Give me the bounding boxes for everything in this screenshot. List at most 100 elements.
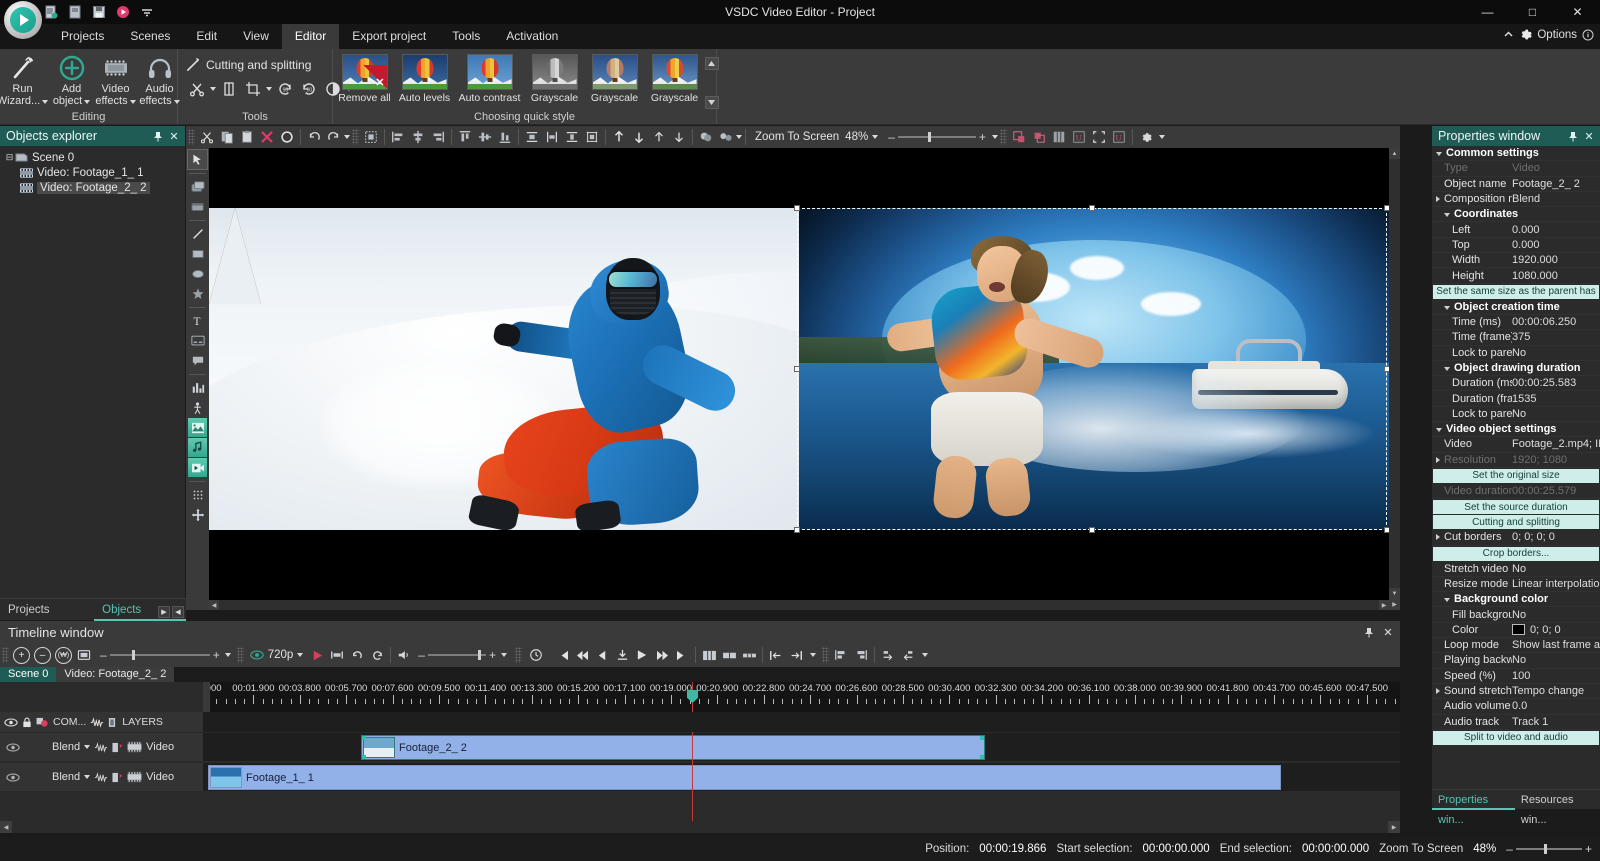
window2-icon[interactable] <box>188 197 207 216</box>
preview-quality-caret-icon[interactable] <box>297 653 304 657</box>
scroll-right-icon[interactable]: ▶ <box>158 606 170 618</box>
track-lane-2[interactable]: Footage_1_ 1 <box>203 762 1400 791</box>
prop-object-name[interactable]: Object name Footage_2_ 2 <box>1432 177 1600 192</box>
prop-group-common-settings[interactable]: Common settings <box>1432 146 1600 162</box>
audio-icon[interactable] <box>188 438 207 457</box>
skip-start-icon[interactable] <box>552 646 572 664</box>
menu-projects[interactable]: Projects <box>48 24 117 49</box>
text-icon[interactable]: T <box>188 311 207 330</box>
timeline-clip-footage-1[interactable]: Footage_1_ 1 <box>208 765 1281 790</box>
track-waveform-icon-1[interactable] <box>94 741 108 753</box>
chart-icon[interactable] <box>188 378 207 397</box>
ruler-left-marker[interactable] <box>203 682 210 712</box>
select-all-icon[interactable] <box>361 128 381 146</box>
scroll-up-icon[interactable]: ▲ <box>1389 148 1400 159</box>
prop-sound-stretching[interactable]: Sound stretchinTempo change <box>1432 684 1600 700</box>
order-b-icon[interactable] <box>898 646 918 664</box>
pin-icon[interactable] <box>153 131 167 142</box>
save-icon[interactable] <box>92 5 106 19</box>
paste-icon[interactable] <box>237 128 257 146</box>
cutting-and-splitting-button[interactable]: Cutting and splitting <box>186 57 311 72</box>
zoom-out-icon[interactable]: – <box>34 646 51 664</box>
clock-icon[interactable] <box>526 646 546 664</box>
collapse-ribbon-icon[interactable] <box>1503 29 1514 40</box>
selection-handle-ml[interactable] <box>794 366 800 372</box>
prop-resolution[interactable]: Resolution 1920; 1080 <box>1432 453 1600 468</box>
new-project-icon[interactable] <box>44 5 58 19</box>
select-none-icon[interactable] <box>277 128 297 146</box>
toolbar-grip-2[interactable] <box>352 129 359 145</box>
quick-style-scroll-down-icon[interactable] <box>704 96 719 109</box>
trim-caret-icon[interactable] <box>810 653 816 657</box>
timeline-toolbar-grip[interactable] <box>2 647 9 663</box>
trim-in-icon[interactable] <box>766 646 786 664</box>
video-icon[interactable] <box>188 458 207 477</box>
audio-effects-button[interactable]: Audio effects <box>138 51 182 107</box>
split-icon[interactable] <box>218 78 240 100</box>
prop-lock-to-parent-2[interactable]: Lock to parer No <box>1432 407 1600 423</box>
track-blend-caret-icon-1[interactable] <box>84 745 91 749</box>
prop-loop-mode[interactable]: Loop mode Show last frame a <box>1432 638 1600 654</box>
tree-item-footage-2[interactable]: Video: Footage_2_ 2 <box>4 180 185 195</box>
prop-left[interactable]: Left 0.000 <box>1432 222 1600 238</box>
prop-duration-ms[interactable]: Duration (ms 00:00:25.583 <box>1432 376 1600 392</box>
same-width-icon[interactable] <box>542 128 562 146</box>
options-gear-icon[interactable] <box>1519 28 1533 41</box>
close-icon[interactable]: ✕ <box>1582 130 1596 143</box>
rotate-cw-90-icon[interactable]: 90 <box>298 78 320 100</box>
run-wizard-button[interactable]: Run Wizard... <box>0 51 50 107</box>
volume-icon[interactable] <box>394 646 414 664</box>
selection-handle-tl[interactable] <box>794 205 800 211</box>
loop-icon[interactable] <box>347 646 367 664</box>
redo-dropdown-caret-icon[interactable] <box>344 135 350 139</box>
tab-projects-explorer[interactable]: Projects explorer <box>0 599 94 638</box>
track-eye-icon[interactable] <box>6 772 20 782</box>
same-height-icon[interactable] <box>562 128 582 146</box>
close-button[interactable]: ✕ <box>1555 0 1600 24</box>
selection-handle-bl[interactable] <box>794 527 800 533</box>
refresh-icon[interactable] <box>367 646 387 664</box>
timeline-zoom-minus-icon[interactable]: – <box>100 648 107 662</box>
prop-stretch-video[interactable]: Stretch video No <box>1432 562 1600 577</box>
sprite-icon[interactable] <box>188 398 207 417</box>
tree-expander-icon[interactable]: ⊟ <box>4 152 15 163</box>
preview-quality-value[interactable]: 720p <box>268 649 294 661</box>
zoom-plus-icon[interactable]: + <box>979 130 986 144</box>
toolbar-grip-3[interactable] <box>999 129 1007 145</box>
order-caret-icon[interactable] <box>922 653 928 657</box>
quick-style-scroll-up-icon[interactable] <box>704 57 719 70</box>
delete-icon[interactable] <box>257 128 277 146</box>
audio-mute-icon[interactable] <box>108 717 116 728</box>
scissors-icon[interactable] <box>186 78 208 100</box>
rectangle-icon[interactable] <box>188 244 207 263</box>
tree-item-footage-1[interactable]: Video: Footage_1_ 1 <box>4 165 185 180</box>
zoom-in-icon[interactable]: + <box>13 646 30 664</box>
ellipse-icon[interactable] <box>188 264 207 283</box>
align-bottom-icon[interactable] <box>495 128 515 146</box>
timeline-ruler[interactable]: 00.00000:01.90000:03.80000:05.70000:07.6… <box>203 682 1400 712</box>
forward-icon[interactable] <box>649 128 669 146</box>
cursor-select-icon[interactable] <box>187 149 208 170</box>
menu-activation[interactable]: Activation <box>493 24 571 49</box>
crop-icon[interactable] <box>242 78 264 100</box>
volume-caret-icon[interactable] <box>501 653 507 657</box>
menu-scenes[interactable]: Scenes <box>117 24 183 49</box>
status-zoom-slider[interactable]: – + <box>1506 842 1592 856</box>
scroll-down-icon[interactable]: ▼ <box>1389 588 1400 599</box>
fast-forward-icon[interactable] <box>652 646 672 664</box>
timeline-horizontal-scrollbar[interactable]: ◀ ▶ <box>0 821 1400 833</box>
scroll-left-icon[interactable]: ◀ <box>209 600 219 610</box>
video-effects-button[interactable]: Video effects <box>94 51 138 107</box>
waveform-icon[interactable] <box>90 716 104 728</box>
close-icon[interactable]: ✕ <box>1380 626 1396 639</box>
preview-clip-footage-2[interactable] <box>799 208 1389 530</box>
track-waveform-icon-2[interactable] <box>94 771 108 783</box>
info-icon[interactable] <box>1582 29 1594 41</box>
group-icon[interactable] <box>696 128 716 146</box>
scissors-dropdown-caret-icon[interactable] <box>210 87 216 91</box>
track-blend-caret-icon-2[interactable] <box>84 775 91 779</box>
menu-export-project[interactable]: Export project <box>339 24 439 49</box>
close-icon[interactable]: ✕ <box>167 130 181 143</box>
timeline-zoom-plus-icon[interactable]: + <box>213 648 220 662</box>
align-right-icon[interactable] <box>428 128 448 146</box>
